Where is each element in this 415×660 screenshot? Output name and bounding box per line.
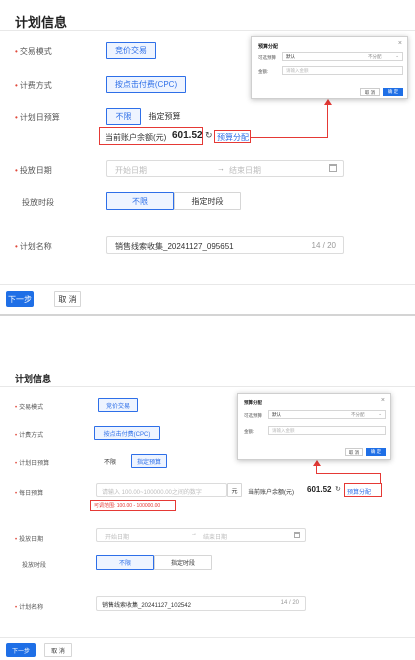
date-arrow: → [191,531,197,537]
cancel-button[interactable]: 取 消 [54,291,81,307]
connector-horizontal [251,137,328,139]
plan-name-input[interactable]: 销售线索收集_20241127_095651 14 / 20 [106,236,344,254]
date-range-picker[interactable]: 开始日期 → 结束日期 [106,160,344,177]
date-arrow: → [217,164,225,173]
dialog-row2-label: 金额: [244,429,255,434]
billing-label: • 计费方式 [15,81,52,90]
connector-vertical-right [380,473,382,484]
balance-value: 601.52 [172,130,203,141]
page-title: 计划信息 [15,15,68,30]
billing-label: • 计费方式 [15,433,44,439]
plan-name-label: • 计划名称 [15,242,52,251]
chevron-down-icon: ⌄ [395,53,399,58]
date-range-picker[interactable]: 开始日期 → 结束日期 [96,528,306,542]
balance-value: 601.52 [307,485,332,494]
calendar-icon [294,532,300,538]
dialog-amount-placeholder: 请输入金额 [286,68,309,73]
date-label: • 投放日期 [15,537,44,543]
balance-label: 当前账户余额(元) [248,490,294,496]
start-date-placeholder[interactable]: 开始日期 [105,532,129,541]
date-label: • 投放日期 [15,166,52,175]
refresh-icon[interactable]: ↻ [205,130,213,141]
plan-name-value: 销售线索收集_20241127_095651 [115,242,234,251]
daily-budget-label: • 计划日预算 [15,113,60,122]
close-icon[interactable]: × [381,397,385,404]
dialog-cancel-button[interactable]: 取 消 [345,448,363,456]
end-date-placeholder[interactable]: 结束日期 [203,532,227,541]
connector-arrowhead [324,99,332,105]
budget-allocation-link[interactable]: 预算分配 [217,132,249,143]
period-specified-option[interactable]: 指定时段 [154,555,212,570]
dialog-title: 预算分配 [258,44,279,50]
page-title: 计划信息 [15,374,52,384]
budget-allocation-link[interactable]: 预算分配 [347,487,371,496]
bottom-panel: 计划信息 • 交易模式 竞价交易 • 计费方式 按点击付费(CPC) • 计划日预算 … [0,362,415,660]
dialog-ok-button[interactable]: 确 定 [366,448,386,456]
title-divider [0,386,415,387]
plan-name-label: • 计划名称 [15,605,44,611]
plan-name-count: 14 / 20 [311,241,336,250]
each-budget-placeholder: 请输入 100.00~100000.00之间的数字 [102,490,202,496]
title-divider [0,30,415,31]
each-budget-input[interactable]: 请输入 100.00~100000.00之间的数字 [96,483,227,497]
dialog-cancel-button[interactable]: 取 消 [360,88,380,96]
panel-bottom-shadow [0,314,415,316]
daily-budget-specified-option[interactable]: 指定预算 [143,108,186,125]
period-label: 投放时段 [22,198,54,207]
plan-name-count: 14 / 20 [280,600,299,606]
connector-horizontal [316,473,381,475]
cancel-button[interactable]: 取 消 [44,643,72,657]
end-date-placeholder[interactable]: 结束日期 [229,165,261,176]
trade-mode-label: • 交易模式 [15,405,44,411]
period-label: 投放时段 [22,563,47,569]
plan-name-input[interactable]: 销售线索收集_20241127_102542 14 / 20 [96,596,306,611]
trade-mode-bidding-button[interactable]: 竞价交易 [98,398,138,412]
dialog-ok-button[interactable]: 确 定 [383,88,403,96]
trade-mode-bidding-button[interactable]: 竞价交易 [106,42,156,59]
dialog-amount-placeholder: 请输入金额 [272,428,295,433]
footer-divider [0,284,415,285]
billing-cpc-button[interactable]: 按点击付费(CPC) [106,76,186,93]
balance-label: 当前账户余额(元) [105,133,167,142]
dialog-row1-label: 可选预算 [258,55,276,60]
dialog-row1-unit: 不分配 [351,412,365,417]
chevron-down-icon: ⌄ [378,411,382,416]
daily-budget-unlimited-option[interactable]: 不限 [96,454,124,468]
dialog-row1-select[interactable]: 默认 不分配 ⌄ [268,410,386,419]
dialog-amount-input[interactable]: 请输入金额 [268,426,386,435]
range-hint: 可调范围: 100.00 - 100000.00 [94,503,161,509]
period-specified-option[interactable]: 指定时段 [174,192,241,210]
daily-budget-specified-option[interactable]: 指定预算 [131,454,167,468]
connector-arrowhead [313,460,321,466]
next-step-button[interactable]: 下一步 [6,643,36,657]
footer-divider [0,637,415,638]
daily-budget-label: • 计划日预算 [15,461,50,467]
trade-mode-label: • 交易模式 [15,47,52,56]
dialog-amount-input[interactable]: 请输入金额 [282,66,403,75]
each-budget-label: • 每日预算 [15,491,44,497]
each-budget-unit: 元 [227,483,242,497]
dialog-row2-label: 金额: [258,69,269,74]
connector-vertical-left [316,466,318,474]
connector-vertical [327,104,329,138]
dialog-row1-select[interactable]: 默认 不分配 ⌄ [282,52,403,61]
plan-name-value: 销售线索收集_20241127_102542 [102,603,191,609]
period-unlimited-option[interactable]: 不限 [106,192,174,210]
budget-allocation-dialog: 预算分配 × 可选预算 默认 不分配 ⌄ 金额: 请输入金额 取 消 确 定 [237,393,391,460]
dialog-row1-unit: 不分配 [368,54,382,59]
dialog-row1-value: 默认 [272,412,281,417]
budget-allocation-dialog: 预算分配 × 可选预算 默认 不分配 ⌄ 金额: 请输入金额 取 消 确 定 [251,36,408,99]
refresh-icon[interactable]: ↻ [335,485,341,493]
period-unlimited-option[interactable]: 不限 [96,555,154,570]
billing-cpc-button[interactable]: 按点击付费(CPC) [94,426,160,440]
top-panel: 计划信息 • 交易模式 竞价交易 • 计费方式 按点击付费(CPC) • 计划日预算 … [0,0,415,318]
dialog-row1-value: 默认 [286,54,295,59]
daily-budget-unlimited-option[interactable]: 不限 [106,108,141,125]
dialog-row1-label: 可选预算 [244,413,262,418]
next-step-button[interactable]: 下一步 [6,291,34,307]
start-date-placeholder[interactable]: 开始日期 [115,165,147,176]
calendar-icon [329,164,337,172]
dialog-title: 预算分配 [244,400,262,405]
close-icon[interactable]: × [398,40,402,47]
